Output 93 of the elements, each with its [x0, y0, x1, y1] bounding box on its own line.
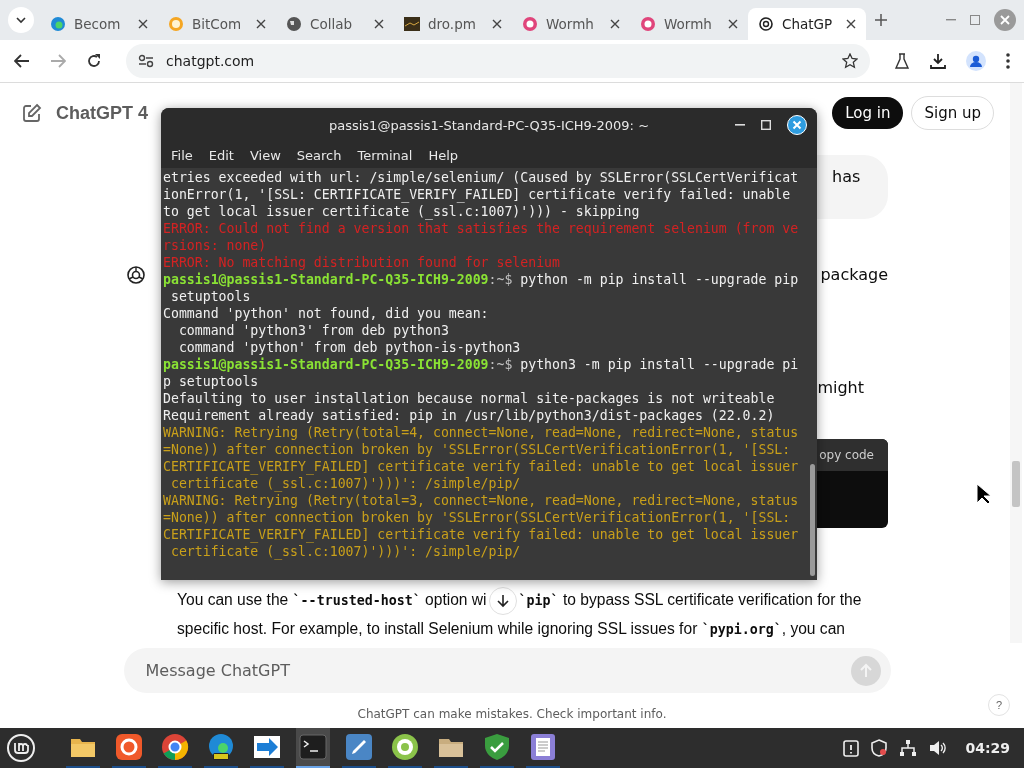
answer-text: specific host. For example, to install Selenium while ignoring SSL issues for `pypi.org`, you can: [177, 619, 845, 639]
arrow-down-icon: [496, 593, 509, 608]
terminal-line: rsions: none): [163, 237, 267, 254]
browser-tab[interactable]: ChatGP: [748, 8, 866, 40]
clock-text[interactable]: 04:29: [965, 740, 1010, 756]
browser-tab[interactable]: dro.pm: [394, 8, 512, 40]
close-icon[interactable]: [846, 19, 856, 29]
help-button[interactable]: ?: [988, 694, 1010, 716]
terminal-line: WARNING: Retrying (Retry(total=4, connect=None, read=None, redirect=None, status: [163, 424, 799, 441]
terminal-line: WARNING: Retrying (Retry(total=3, connect=None, read=None, redirect=None, status: [163, 492, 799, 509]
menu-item[interactable]: Search: [288, 147, 350, 163]
volume-icon[interactable]: [929, 740, 948, 756]
reload-icon[interactable]: [86, 53, 102, 69]
tab-search-button[interactable]: [8, 7, 34, 33]
menu-item[interactable]: File: [163, 147, 201, 163]
terminal-line: ERROR: Could not find a version that satisfies the requirement selenium (from ve: [163, 220, 799, 237]
shield-icon[interactable]: [871, 739, 888, 757]
close-icon[interactable]: [728, 19, 738, 29]
menu-item[interactable]: View: [241, 147, 289, 163]
answer-text: might: [817, 377, 864, 399]
terminal-line: certificate (_ssl.c:1007)')))': /simple/pip/: [169, 543, 521, 560]
start-menu-icon[interactable]: [6, 733, 36, 763]
terminal-line: certificate (_ssl.c:1007)')))': /simple/pip/: [169, 475, 521, 492]
menu-item[interactable]: Help: [420, 147, 467, 163]
browser-tab[interactable]: Becom: [40, 8, 158, 40]
login-button[interactable]: Log in: [832, 97, 904, 129]
terminal-line: CERTIFICATE_VERIFY_FAILED] certificate verify failed: unable to get local issuer: [163, 526, 799, 543]
site-settings-icon[interactable]: [138, 54, 154, 68]
disclaimer-text: ChatGPT can make mistakes. Check important info.: [357, 707, 667, 721]
download-icon[interactable]: [930, 53, 946, 69]
caret-icon: [15, 16, 27, 24]
browser-tab[interactable]: Collab: [276, 8, 394, 40]
message-input[interactable]: Message ChatGPT: [123, 648, 891, 693]
clipboard-icon[interactable]: [843, 739, 860, 757]
browser-dev-icon: [207, 733, 235, 761]
assistant-logo-icon: [126, 265, 146, 285]
terminal-line: setuptools: [169, 288, 251, 305]
chrome-icon: [161, 733, 189, 761]
signup-button[interactable]: Sign up: [911, 96, 994, 130]
message-text: has: [832, 167, 861, 186]
scroll-down-button[interactable]: [488, 586, 517, 615]
answer-text: You can use the `--trusted-host` option wi: [177, 590, 487, 610]
close-icon[interactable]: [256, 19, 266, 29]
mouse-pointer-icon: [976, 483, 992, 505]
bookmark-star-icon[interactable]: [842, 53, 858, 69]
new-tab-icon[interactable]: [874, 13, 888, 27]
terminal-line: =None)) after connection broken by 'SSLError(SSLCertVerificationError(1, '[SSL:: [163, 509, 791, 526]
arrow-app-icon: [253, 733, 281, 761]
address-bar[interactable]: chatgpt.com: [126, 44, 870, 78]
terminal-line: Requirement already satisfied: pip in /usr/lib/python3/dist-packages (22.0.2): [163, 407, 775, 424]
page-scrollbar[interactable]: [1010, 83, 1022, 643]
terminal-line: Command 'python' not found, did you mean:: [163, 305, 489, 322]
taskbar-app[interactable]: [296, 728, 330, 768]
pen-icon: [345, 733, 373, 761]
terminal-line: command 'python' from deb python-is-python3: [177, 339, 521, 356]
network-icon[interactable]: [899, 739, 918, 757]
close-icon[interactable]: [610, 19, 620, 29]
menu-item[interactable]: Edit: [200, 147, 242, 163]
model-name[interactable]: ChatGPT 4: [56, 102, 148, 124]
thumbnail-icon: [404, 16, 420, 32]
close-icon[interactable]: [492, 19, 502, 29]
ring-app-icon: [391, 733, 419, 761]
flask-icon[interactable]: [894, 53, 910, 69]
terminal-line: to get local issuer certificate (_ssl.c:1007)'))) - skipping: [163, 203, 640, 220]
back-icon[interactable]: [14, 54, 30, 68]
terminal-line: =None)) after connection broken by 'SSLError(SSLCertVerificationError(1, '[SSL:: [163, 441, 791, 458]
browser-tab[interactable]: BitCom: [158, 8, 276, 40]
close-icon[interactable]: [374, 19, 384, 29]
notes-icon: [529, 733, 557, 761]
terminal-line: p setuptools: [163, 373, 259, 390]
terminal-line: passis1@passis1-Standard-PC-Q35-ICH9-2009:~$ python -m pip install --upgrade pip: [163, 271, 799, 288]
terminal-line: command 'python3' from deb python3: [177, 322, 449, 339]
terminal-line: passis1@passis1-Standard-PC-Q35-ICH9-2009:~$ python3 -m pip install --upgrade pi: [163, 356, 799, 373]
menu-icon[interactable]: [1006, 53, 1010, 69]
terminal-line: CERTIFICATE_VERIFY_FAILED] certificate verify failed: unable to get local issuer: [163, 458, 799, 475]
profile-icon[interactable]: [966, 51, 986, 71]
window-title: passis1@passis1-Standard-PC-Q35-ICH9-2009: ~: [328, 117, 650, 133]
browser-tab[interactable]: Wormh: [630, 8, 748, 40]
menu-item[interactable]: Terminal: [349, 147, 421, 163]
ring-icon: [168, 16, 184, 32]
globe-icon: [286, 16, 302, 32]
answer-text: package: [820, 264, 888, 286]
terminal-line: Defaulting to user installation because normal site-packages is not writeable: [163, 390, 775, 407]
terminal-line: ERROR: No matching distribution found for selenium: [163, 254, 560, 271]
shield-check-icon: [483, 733, 511, 761]
terminal-line: etries exceeded with url: /simple/selenium/ (Caused by SSLError(SSLCertVerificat: [163, 169, 799, 186]
terminal-icon: [299, 733, 327, 761]
close-icon[interactable]: [138, 19, 148, 29]
answer-text: `pip` to bypass SSL certificate verification for the: [518, 590, 862, 610]
terminal-line: ionError(1, '[SSL: CERTIFICATE_VERIFY_FAILED] certificate verify failed: unable: [163, 186, 791, 203]
copy-code-button[interactable]: opy code: [819, 448, 874, 462]
browser-tab[interactable]: Wormh: [512, 8, 630, 40]
new-chat-icon[interactable]: [22, 103, 42, 123]
